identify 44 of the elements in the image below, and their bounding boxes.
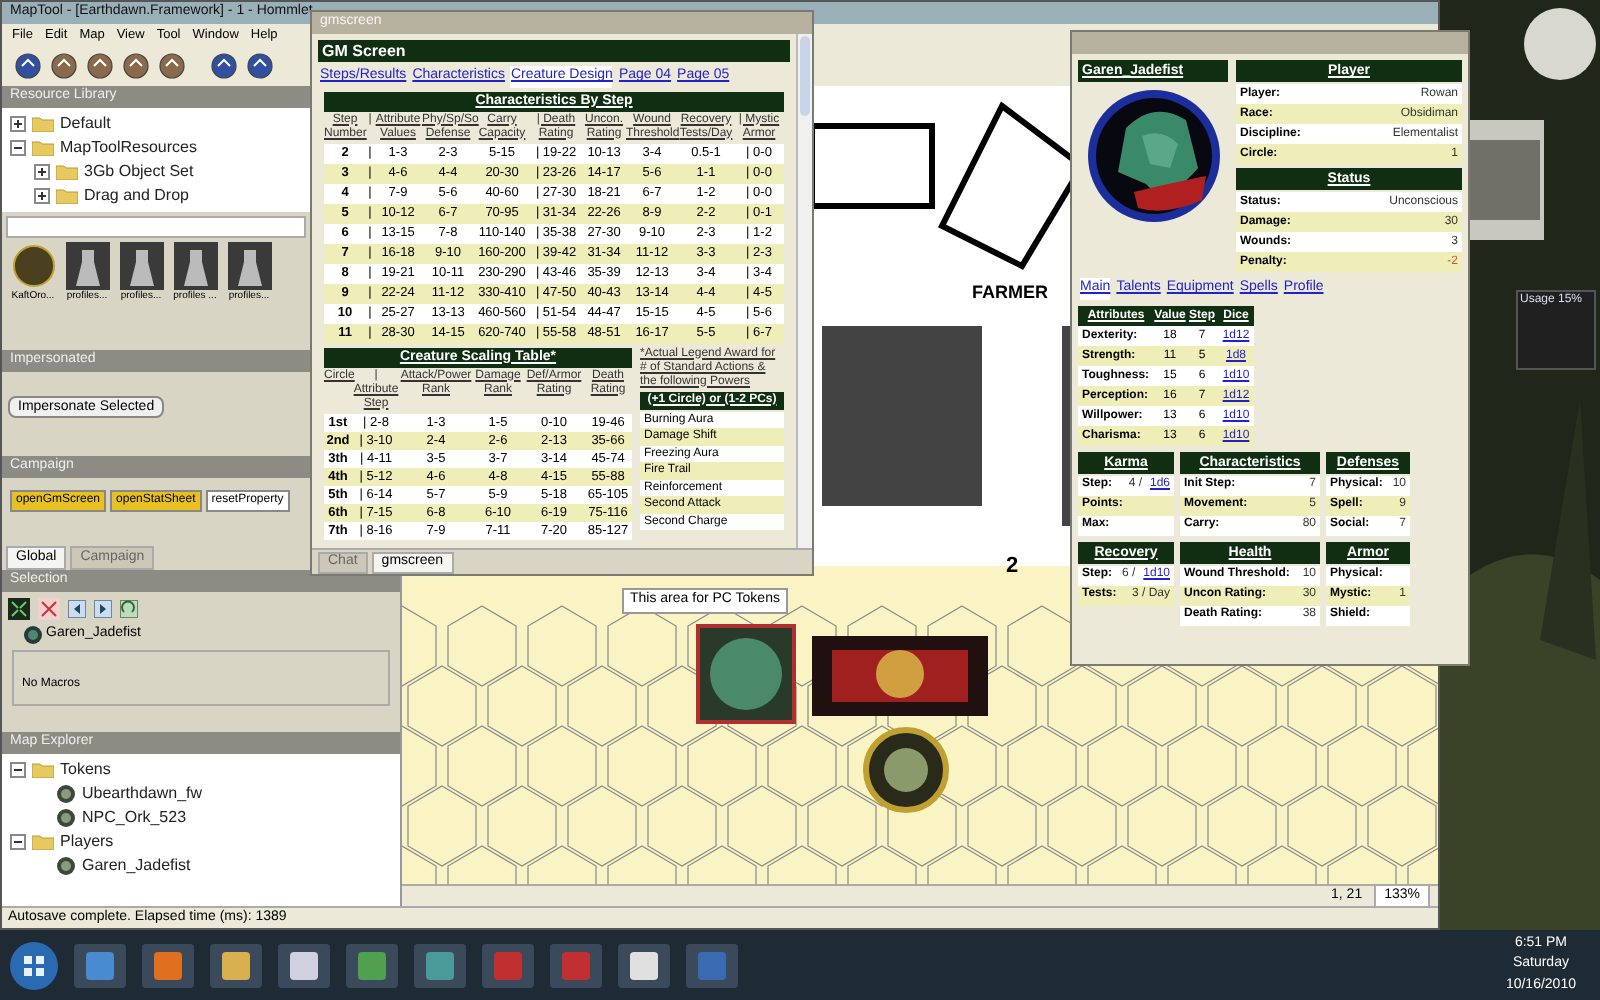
toolbar-tool-icon[interactable] <box>210 52 238 80</box>
taskbar-app-icon[interactable] <box>208 941 264 989</box>
tree-item[interactable]: Default <box>60 112 111 136</box>
taskbar-app-icon[interactable] <box>140 941 196 989</box>
toolbar-tool-icon[interactable] <box>246 52 274 80</box>
toolbar-tool-icon[interactable] <box>86 52 114 80</box>
expand-toggle-icon[interactable] <box>34 188 50 204</box>
taskbar-app-icon[interactable] <box>276 941 332 989</box>
taskbar-app-icon[interactable] <box>616 941 672 989</box>
folder-icon <box>32 116 54 132</box>
tree-item[interactable]: MapToolResources <box>60 136 197 160</box>
tree-item[interactable]: Tokens <box>60 758 111 782</box>
select-all-icon[interactable] <box>8 598 30 620</box>
search-field[interactable] <box>6 216 306 238</box>
refresh-icon[interactable] <box>120 600 138 618</box>
tree-item[interactable]: 3Gb Object Set <box>84 160 194 184</box>
gm-screen-header: GM Screen <box>318 40 790 62</box>
token-icon <box>24 625 42 644</box>
toolbar-tool-icon[interactable] <box>50 52 78 80</box>
start-icon[interactable] <box>8 939 60 991</box>
folder-icon <box>56 188 78 204</box>
toolbar-tool-icon[interactable] <box>14 52 42 80</box>
expand-toggle-icon[interactable] <box>10 762 26 778</box>
folder-icon <box>32 140 54 156</box>
toolbar-tool-icon[interactable] <box>158 52 186 80</box>
tree-item[interactable]: Drag and Drop <box>84 184 189 208</box>
token-icon <box>56 856 76 876</box>
taskbar-app-icon[interactable] <box>412 941 468 989</box>
folder-icon <box>56 164 78 180</box>
tree-item[interactable]: Garen_Jadefist <box>82 854 191 878</box>
expand-toggle-icon[interactable] <box>10 834 26 850</box>
folder-icon <box>32 834 54 850</box>
expand-toggle-icon[interactable] <box>10 116 26 132</box>
expand-toggle-icon[interactable] <box>10 140 26 156</box>
tree-item[interactable]: NPC_Ork_523 <box>82 806 187 830</box>
toolbar-tool-icon[interactable] <box>122 52 150 80</box>
previous-icon[interactable] <box>68 600 86 618</box>
next-icon[interactable] <box>94 600 112 618</box>
deselect-icon[interactable] <box>38 598 60 620</box>
expand-toggle-icon[interactable] <box>34 164 50 180</box>
tree-item[interactable]: Players <box>60 830 114 854</box>
taskbar-app-icon[interactable] <box>344 941 400 989</box>
folder-icon <box>32 762 54 778</box>
tree-item[interactable]: Ubearthdawn_fw <box>82 782 203 806</box>
